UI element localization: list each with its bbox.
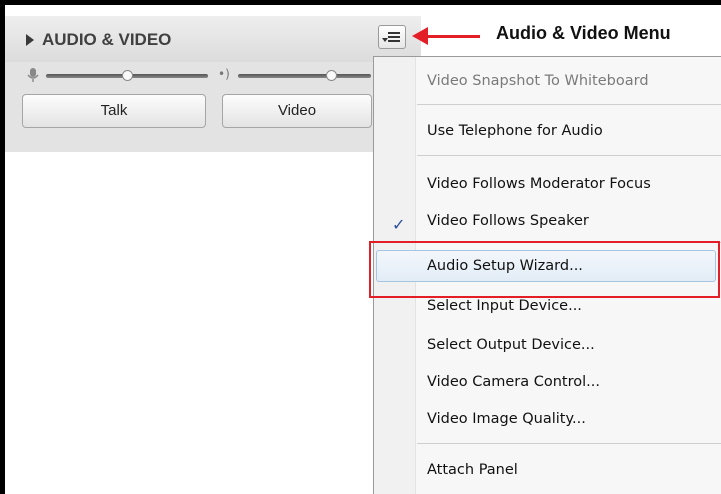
menu-separator (417, 155, 721, 156)
video-button[interactable]: Video (222, 94, 372, 128)
speaker-icon: •) (218, 67, 230, 81)
panel-menu-button[interactable] (378, 25, 406, 49)
speaker-volume-track (238, 74, 371, 78)
mic-volume-slider[interactable] (122, 70, 133, 81)
highlight-annotation-box (369, 241, 720, 298)
menu-lines-icon (388, 32, 400, 42)
collapse-arrow-icon[interactable] (26, 34, 34, 46)
arrow-shaft (425, 35, 480, 38)
menu-item-video-follows-moderator[interactable]: Video Follows Moderator Focus (427, 176, 651, 192)
panel-body (5, 152, 373, 494)
checkmark-icon: ✓ (392, 215, 406, 234)
menu-item-attach-panel[interactable]: Attach Panel (427, 462, 518, 478)
menu-item-video-follows-speaker[interactable]: Video Follows Speaker (427, 213, 589, 229)
screenshot-frame: AUDIO & VIDEO •) Talk Video ✓ Video Snap… (0, 0, 721, 494)
menu-item-video-snapshot: Video Snapshot To Whiteboard (427, 73, 649, 89)
menu-item-use-telephone[interactable]: Use Telephone for Audio (427, 123, 603, 139)
talk-button[interactable]: Talk (22, 94, 206, 128)
menu-item-select-output-device[interactable]: Select Output Device... (427, 337, 595, 353)
annotation-label: Audio & Video Menu (496, 23, 671, 43)
menu-item-video-image-quality[interactable]: Video Image Quality... (427, 411, 586, 427)
menu-item-video-camera-control[interactable]: Video Camera Control... (427, 374, 600, 390)
menu-separator (417, 443, 721, 444)
menu-separator (417, 104, 721, 105)
microphone-icon (27, 68, 39, 82)
menu-item-select-input-device[interactable]: Select Input Device... (427, 298, 582, 314)
frame-border-top (0, 0, 721, 5)
panel-title: AUDIO & VIDEO (42, 30, 172, 49)
